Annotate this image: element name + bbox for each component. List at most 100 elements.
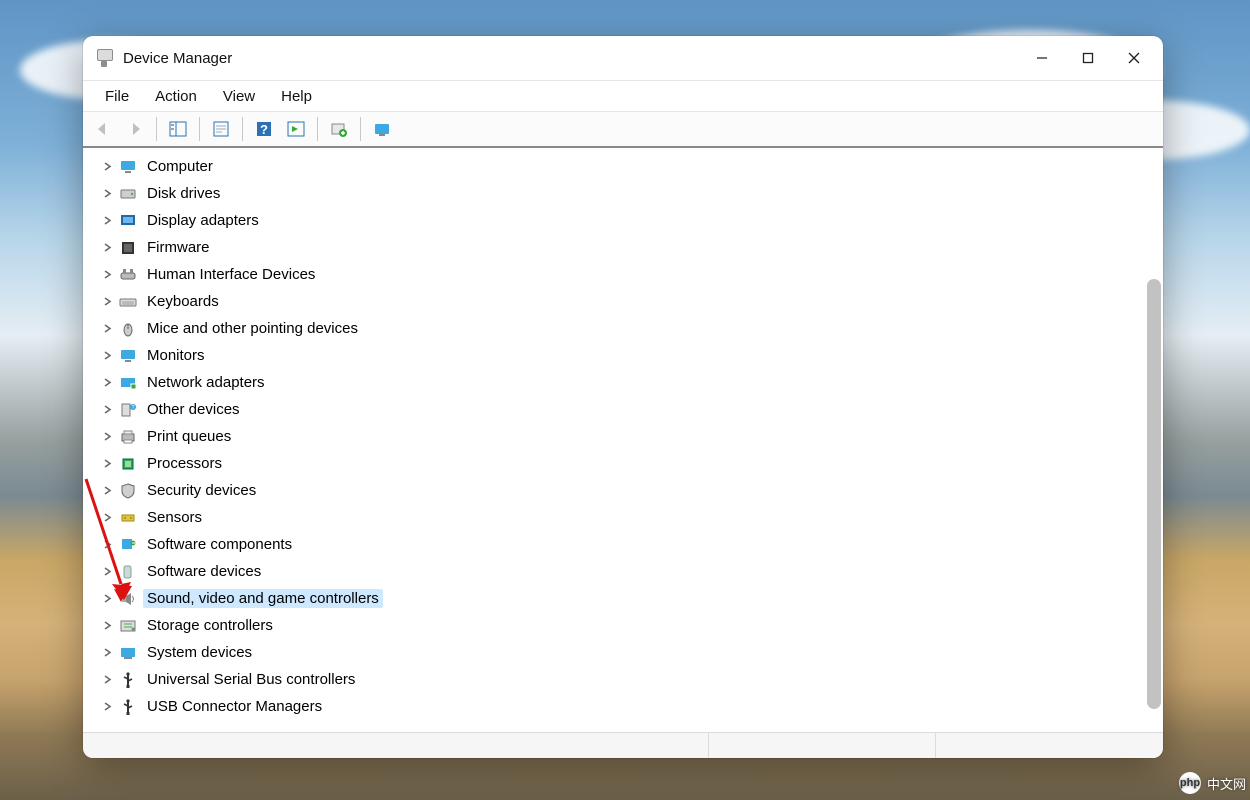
tree-node[interactable]: Computer	[101, 153, 1163, 180]
help-button[interactable]: ?	[250, 115, 278, 143]
expand-chevron-icon[interactable]	[101, 458, 113, 470]
expand-chevron-icon[interactable]	[101, 296, 113, 308]
vertical-scrollbar[interactable]	[1147, 279, 1161, 709]
expand-chevron-icon[interactable]	[101, 161, 113, 173]
sensor-icon	[119, 509, 137, 527]
tree-node[interactable]: Storage controllers	[101, 612, 1163, 639]
tree-node[interactable]: Software components	[101, 531, 1163, 558]
show-hide-tree-button[interactable]	[164, 115, 192, 143]
expand-chevron-icon[interactable]	[101, 485, 113, 497]
tree-node[interactable]: Monitors	[101, 342, 1163, 369]
tree-node[interactable]: Print queues	[101, 423, 1163, 450]
expand-chevron-icon[interactable]	[101, 215, 113, 227]
tree-node-label: Human Interface Devices	[143, 265, 319, 284]
svg-text:?: ?	[260, 122, 268, 137]
svg-text:?: ?	[132, 405, 135, 411]
tree-node-label: Disk drives	[143, 184, 224, 203]
toolbar-separator	[317, 117, 318, 141]
tree-node[interactable]: Disk drives	[101, 180, 1163, 207]
content-area: Computer Disk drives Display adapters Firmw…	[83, 148, 1163, 732]
tree-node[interactable]: Network adapters	[101, 369, 1163, 396]
expand-chevron-icon[interactable]	[101, 593, 113, 605]
close-button[interactable]	[1111, 36, 1157, 80]
tree-node[interactable]: ?Other devices	[101, 396, 1163, 423]
tree-node[interactable]: Processors	[101, 450, 1163, 477]
tree-node[interactable]: Human Interface Devices	[101, 261, 1163, 288]
tree-node-label: Universal Serial Bus controllers	[143, 670, 359, 689]
tree-node-label: Firmware	[143, 238, 214, 257]
desktop-background: Device Manager File Action View Help	[0, 0, 1250, 800]
properties-button[interactable]	[207, 115, 235, 143]
menu-view[interactable]: View	[211, 84, 267, 109]
expand-chevron-icon[interactable]	[101, 512, 113, 524]
tree-node-label: Processors	[143, 454, 226, 473]
forward-button[interactable]	[121, 115, 149, 143]
tree-node[interactable]: USB Connector Managers	[101, 693, 1163, 720]
device-tree-pane[interactable]: Computer Disk drives Display adapters Firmw…	[83, 149, 1163, 732]
back-button[interactable]	[89, 115, 117, 143]
tree-node[interactable]: Sensors	[101, 504, 1163, 531]
tree-node[interactable]: Firmware	[101, 234, 1163, 261]
tree-node[interactable]: System devices	[101, 639, 1163, 666]
system-icon	[119, 644, 137, 662]
menu-file[interactable]: File	[93, 84, 141, 109]
expand-chevron-icon[interactable]	[101, 242, 113, 254]
chip-icon	[119, 239, 137, 257]
tree-node-label: Print queues	[143, 427, 235, 446]
tree-node[interactable]: Keyboards	[101, 288, 1163, 315]
watermark-text: 中文网	[1207, 774, 1246, 793]
tree-node[interactable]: Display adapters	[101, 207, 1163, 234]
tree-node-label: Sound, video and game controllers	[143, 589, 383, 608]
expand-chevron-icon[interactable]	[101, 566, 113, 578]
printer-icon	[119, 428, 137, 446]
hid-icon	[119, 266, 137, 284]
expand-chevron-icon[interactable]	[101, 377, 113, 389]
status-bar	[83, 732, 1163, 758]
tree-node-label: USB Connector Managers	[143, 697, 326, 716]
menu-action[interactable]: Action	[143, 84, 209, 109]
cpu-icon	[119, 455, 137, 473]
tree-node-label: Software devices	[143, 562, 265, 581]
tree-node-label: Storage controllers	[143, 616, 277, 635]
expand-chevron-icon[interactable]	[101, 323, 113, 335]
tree-node[interactable]: Security devices	[101, 477, 1163, 504]
expand-chevron-icon[interactable]	[101, 350, 113, 362]
toolbar-separator	[242, 117, 243, 141]
uninstall-device-button[interactable]	[368, 115, 396, 143]
mouse-icon	[119, 320, 137, 338]
scan-hardware-button[interactable]	[282, 115, 310, 143]
app-icon	[95, 49, 113, 67]
expand-chevron-icon[interactable]	[101, 188, 113, 200]
expand-chevron-icon[interactable]	[101, 404, 113, 416]
other-icon: ?	[119, 401, 137, 419]
expand-chevron-icon[interactable]	[101, 701, 113, 713]
device-tree: Computer Disk drives Display adapters Firmw…	[83, 151, 1163, 726]
status-cell	[936, 733, 1163, 758]
tree-node[interactable]: Sound, video and game controllers	[101, 585, 1163, 612]
tree-node[interactable]: Universal Serial Bus controllers	[101, 666, 1163, 693]
titlebar[interactable]: Device Manager	[83, 36, 1163, 80]
expand-chevron-icon[interactable]	[101, 674, 113, 686]
watermark: php 中文网	[1179, 772, 1246, 794]
toolbar-separator	[156, 117, 157, 141]
maximize-button[interactable]	[1065, 36, 1111, 80]
tree-node-label: Software components	[143, 535, 296, 554]
expand-chevron-icon[interactable]	[101, 431, 113, 443]
tree-node-label: Network adapters	[143, 373, 269, 392]
tree-node[interactable]: Software devices	[101, 558, 1163, 585]
expand-chevron-icon[interactable]	[101, 269, 113, 281]
toolbar-separator	[360, 117, 361, 141]
status-cell	[83, 733, 709, 758]
tree-node-label: Keyboards	[143, 292, 223, 311]
expand-chevron-icon[interactable]	[101, 620, 113, 632]
tree-node[interactable]: Mice and other pointing devices	[101, 315, 1163, 342]
monitor-icon	[119, 347, 137, 365]
menu-help[interactable]: Help	[269, 84, 324, 109]
status-cell	[709, 733, 936, 758]
usb-icon	[119, 698, 137, 716]
expand-chevron-icon[interactable]	[101, 647, 113, 659]
minimize-button[interactable]	[1019, 36, 1065, 80]
update-driver-button[interactable]	[325, 115, 353, 143]
network-icon	[119, 374, 137, 392]
expand-chevron-icon[interactable]	[101, 539, 113, 551]
